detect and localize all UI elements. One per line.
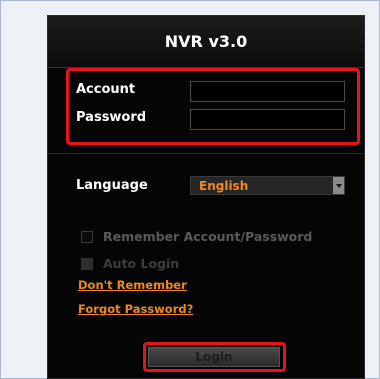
chevron-down-icon[interactable] (333, 177, 344, 194)
remember-checkbox[interactable] (81, 230, 93, 243)
language-label: Language (76, 178, 148, 193)
login-panel: NVR v3.0 Account Password Language Engli… (47, 15, 365, 379)
password-input[interactable] (190, 109, 345, 130)
login-header: NVR v3.0 (48, 16, 364, 68)
app-title: NVR v3.0 (164, 32, 248, 51)
language-selected-value: English (199, 178, 249, 193)
remember-label: Remember Account/Password (103, 229, 313, 244)
credentials-highlight (66, 68, 360, 145)
forgot-password-link[interactable]: Forgot Password? (78, 302, 193, 316)
account-input[interactable] (190, 81, 345, 102)
dont-remember-link[interactable]: Don't Remember (78, 278, 187, 292)
login-button[interactable]: Login (148, 347, 280, 367)
remember-row[interactable]: Remember Account/Password (81, 229, 312, 244)
section-divider (48, 153, 364, 154)
auto-login-label: Auto Login (103, 256, 180, 271)
account-label: Account (76, 82, 136, 97)
auto-login-checkbox[interactable] (81, 257, 93, 270)
auto-login-row[interactable]: Auto Login (81, 256, 179, 271)
language-select[interactable]: English (190, 176, 345, 195)
password-label: Password (76, 110, 147, 125)
